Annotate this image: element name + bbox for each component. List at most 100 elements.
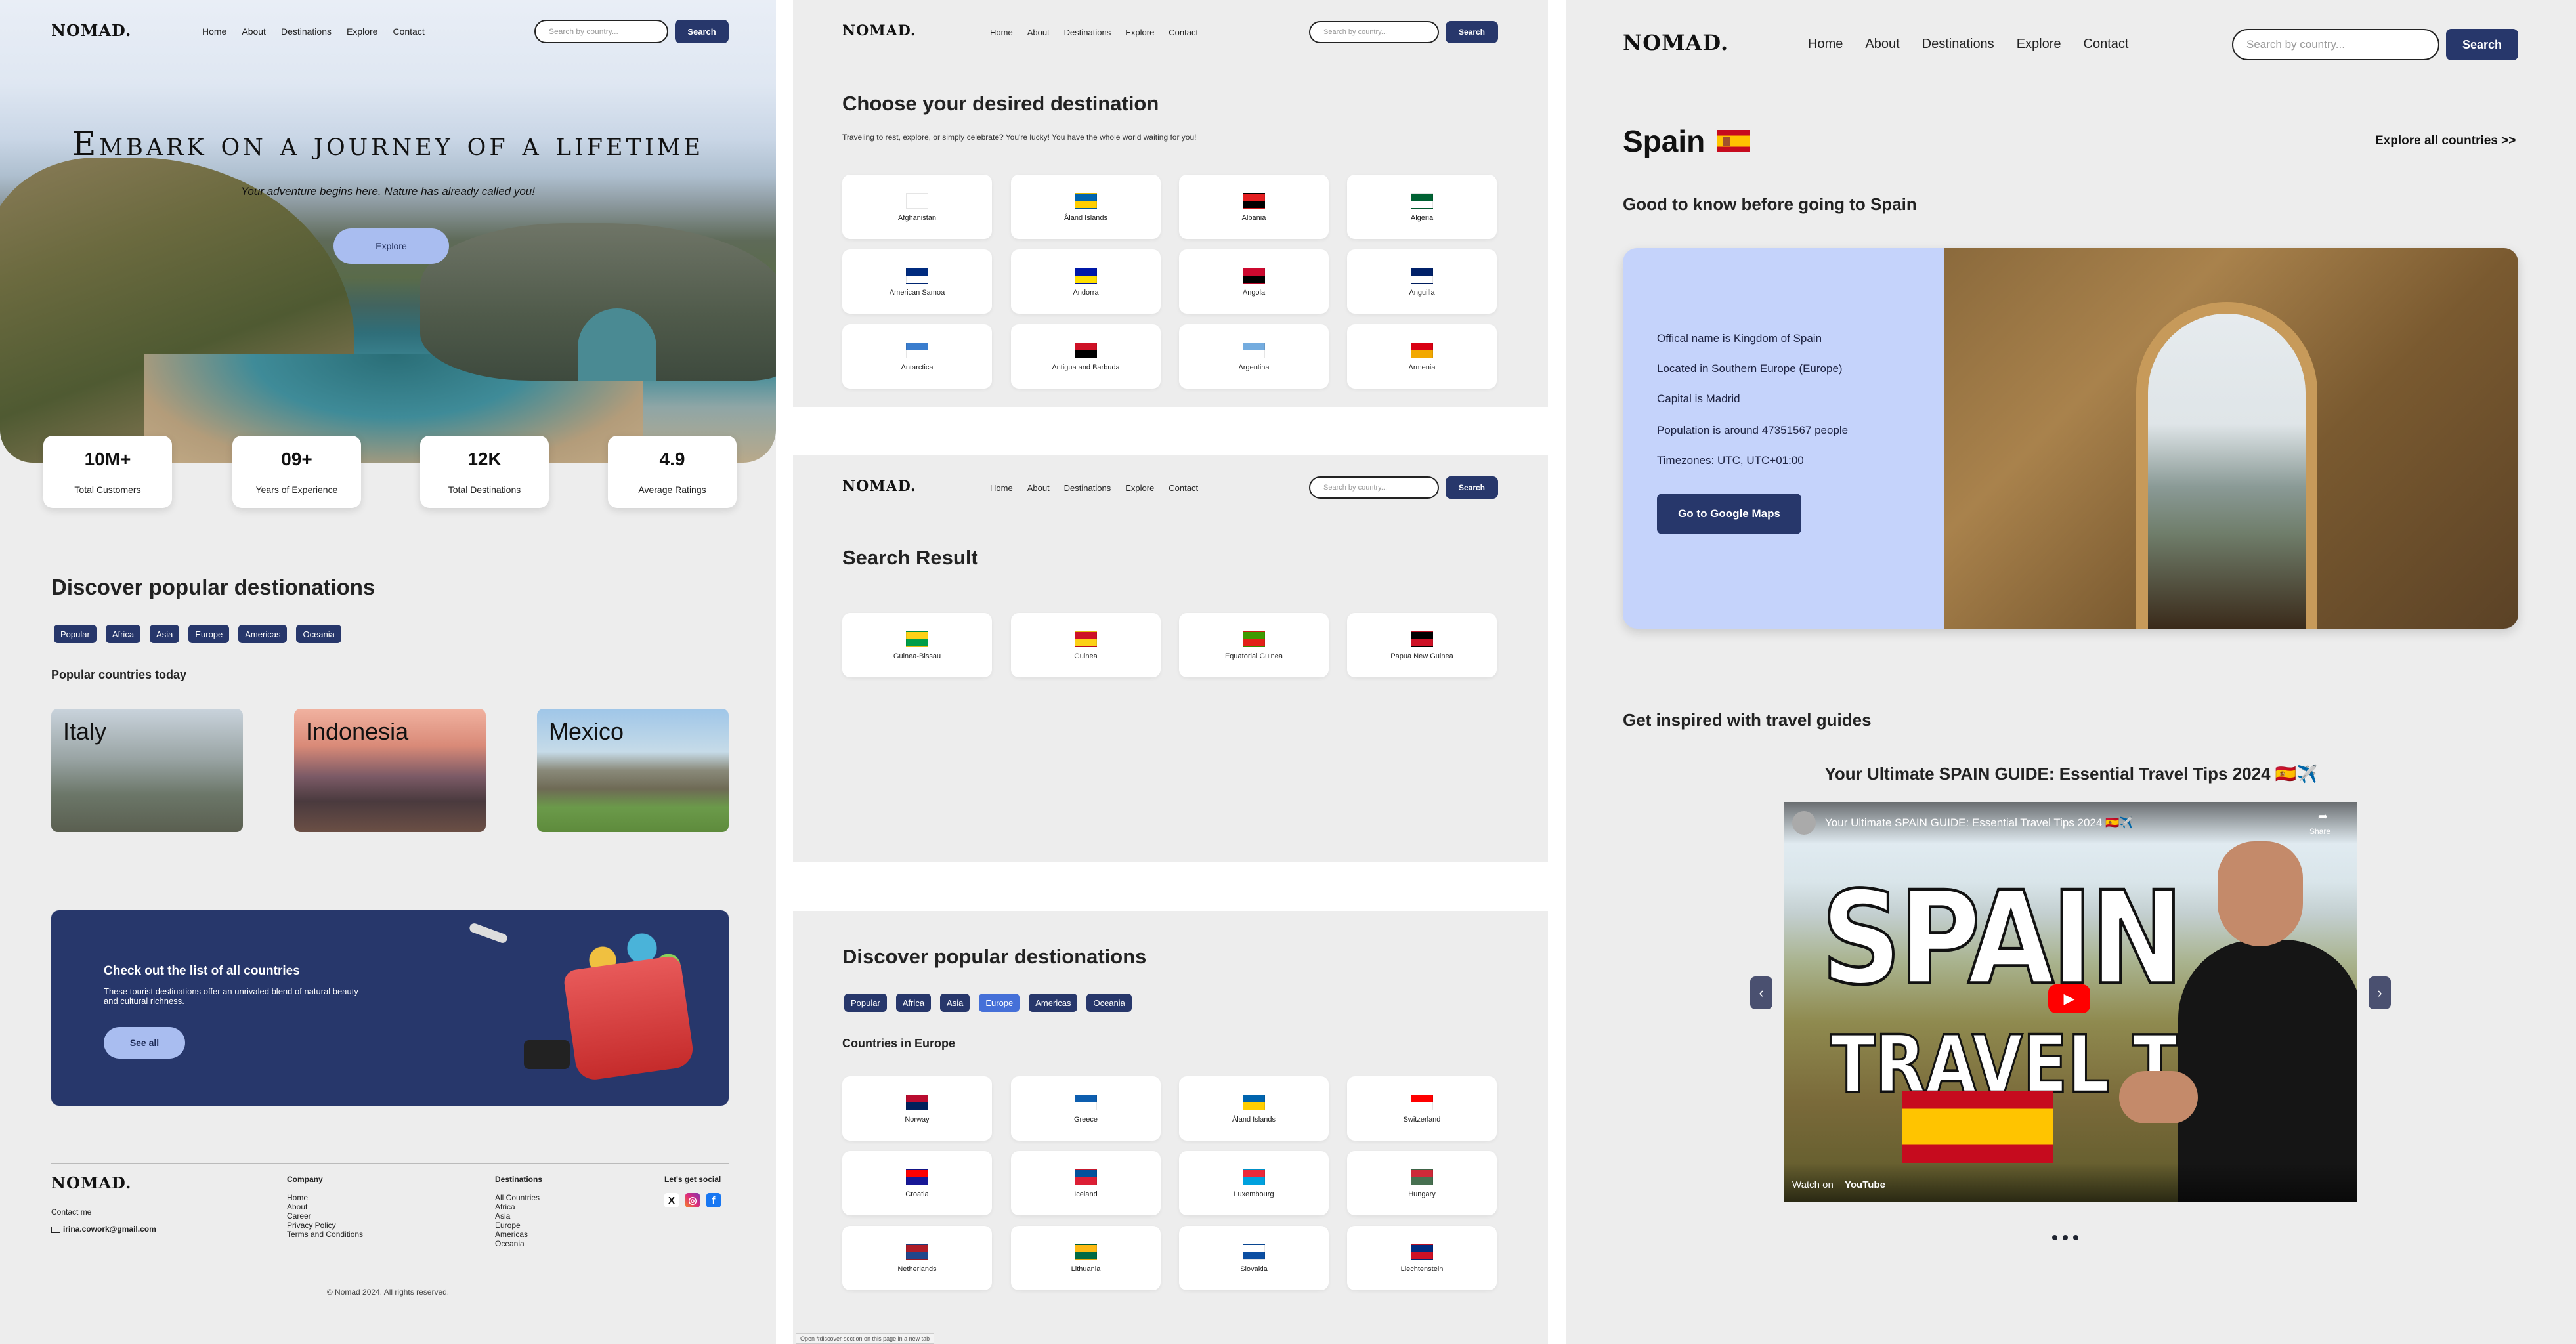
nav-link-about[interactable]: About — [1027, 28, 1050, 37]
youtube-logo[interactable]: YouTube — [1845, 1179, 1885, 1190]
country-card[interactable]: Iceland — [1011, 1151, 1161, 1215]
country-card-indonesia[interactable]: Indonesia — [294, 709, 486, 832]
filter-africa[interactable]: Africa — [105, 625, 141, 643]
logo[interactable]: NOMAD. — [1623, 30, 1728, 55]
country-card[interactable]: Albania — [1179, 175, 1329, 239]
country-card[interactable]: American Samoa — [842, 249, 992, 314]
facebook-icon[interactable]: f — [706, 1193, 721, 1208]
country-card[interactable]: Croatia — [842, 1151, 992, 1215]
search-button[interactable]: Search — [2446, 29, 2518, 60]
footer-link-about[interactable]: About — [287, 1202, 363, 1211]
country-card-mexico[interactable]: Mexico — [537, 709, 729, 832]
country-card[interactable]: Norway — [842, 1076, 992, 1141]
country-card[interactable]: Antarctica — [842, 324, 992, 388]
country-card[interactable]: Åland Islands — [1011, 175, 1161, 239]
filter-europe[interactable]: Europe — [188, 625, 230, 643]
carousel-next-button[interactable]: › — [2369, 976, 2391, 1009]
country-card[interactable]: Argentina — [1179, 324, 1329, 388]
filter-asia[interactable]: Asia — [150, 625, 180, 643]
search-input[interactable]: Search by country... — [2232, 29, 2439, 60]
nav-link-contact[interactable]: Contact — [2084, 37, 2129, 52]
country-card[interactable]: Afghanistan — [842, 175, 992, 239]
country-card[interactable]: Antigua and Barbuda — [1011, 324, 1161, 388]
nav-link-destinations[interactable]: Destinations — [1064, 28, 1111, 37]
footer-link-asia[interactable]: Asia — [495, 1211, 542, 1221]
share-icon[interactable]: ➦ — [2318, 810, 2328, 824]
filter-popular[interactable]: Popular — [54, 625, 97, 643]
channel-avatar[interactable] — [1792, 811, 1816, 835]
footer-link-privacy[interactable]: Privacy Policy — [287, 1221, 363, 1230]
country-card-italy[interactable]: Italy — [51, 709, 243, 832]
country-card[interactable]: Guinea-Bissau — [842, 613, 992, 677]
youtube-video-embed[interactable]: SPAIN TRAVEL TIPS Your Ultimate SPAIN GU… — [1784, 802, 2357, 1202]
country-card[interactable]: Algeria — [1347, 175, 1497, 239]
filter-americas[interactable]: Americas — [238, 625, 288, 643]
footer-link-career[interactable]: Career — [287, 1211, 363, 1221]
nav-link-explore[interactable]: Explore — [1125, 483, 1154, 493]
see-all-button[interactable]: See all — [104, 1027, 185, 1059]
filter-africa[interactable]: Africa — [895, 994, 932, 1012]
country-card[interactable]: Hungary — [1347, 1151, 1497, 1215]
nav-link-explore[interactable]: Explore — [347, 26, 377, 37]
nav-link-destinations[interactable]: Destinations — [1922, 37, 1994, 52]
search-button[interactable]: Search — [1446, 21, 1498, 43]
carousel-dot[interactable] — [2073, 1235, 2078, 1240]
video-embed-title[interactable]: Your Ultimate SPAIN GUIDE: Essential Tra… — [1825, 816, 2133, 830]
nav-link-contact[interactable]: Contact — [1169, 483, 1198, 493]
google-maps-button[interactable]: Go to Google Maps — [1657, 494, 1801, 534]
country-card[interactable]: Slovakia — [1179, 1226, 1329, 1290]
explore-button[interactable]: Explore — [333, 228, 449, 264]
instagram-icon[interactable]: ◎ — [685, 1193, 700, 1208]
nav-link-about[interactable]: About — [1027, 483, 1050, 493]
nav-link-home[interactable]: Home — [990, 483, 1013, 493]
filter-asia[interactable]: Asia — [940, 994, 970, 1012]
filter-popular[interactable]: Popular — [844, 994, 887, 1012]
nav-link-contact[interactable]: Contact — [393, 26, 424, 37]
carousel-dot[interactable] — [2052, 1235, 2057, 1240]
country-card[interactable]: Papua New Guinea — [1347, 613, 1497, 677]
filter-oceania[interactable]: Oceania — [296, 625, 341, 643]
nav-link-explore[interactable]: Explore — [2017, 37, 2061, 52]
filter-americas[interactable]: Americas — [1029, 994, 1078, 1012]
country-card[interactable]: Åland Islands — [1179, 1076, 1329, 1141]
footer-logo[interactable]: NOMAD. — [51, 1173, 131, 1192]
nav-link-home[interactable]: Home — [990, 28, 1013, 37]
logo[interactable]: NOMAD. — [842, 478, 916, 495]
search-input[interactable]: Search by country... — [1309, 476, 1439, 499]
country-card[interactable]: Equatorial Guinea — [1179, 613, 1329, 677]
logo[interactable]: NOMAD. — [51, 21, 131, 40]
nav-link-explore[interactable]: Explore — [1125, 28, 1154, 37]
country-card[interactable]: Armenia — [1347, 324, 1497, 388]
country-card[interactable]: Guinea — [1011, 613, 1161, 677]
country-card[interactable]: Anguilla — [1347, 249, 1497, 314]
carousel-prev-button[interactable]: ‹ — [1750, 976, 1772, 1009]
nav-link-destinations[interactable]: Destinations — [281, 26, 332, 37]
country-card[interactable]: Lithuania — [1011, 1226, 1161, 1290]
logo[interactable]: NOMAD. — [842, 22, 916, 39]
footer-link-americas[interactable]: Americas — [495, 1230, 542, 1239]
nav-link-destinations[interactable]: Destinations — [1064, 483, 1111, 493]
x-icon[interactable]: X — [664, 1193, 679, 1208]
search-input[interactable]: Search by country... — [534, 20, 668, 43]
carousel-dot[interactable] — [2063, 1235, 2068, 1240]
footer-link-all-countries[interactable]: All Countries — [495, 1193, 542, 1202]
footer-link-home[interactable]: Home — [287, 1193, 363, 1202]
share-label[interactable]: Share — [2309, 827, 2330, 836]
nav-link-about[interactable]: About — [242, 26, 266, 37]
country-card[interactable]: Greece — [1011, 1076, 1161, 1141]
search-input[interactable]: Search by country... — [1309, 21, 1439, 43]
country-card[interactable]: Angola — [1179, 249, 1329, 314]
explore-all-countries-link[interactable]: Explore all countries >> — [2375, 134, 2516, 148]
contact-email[interactable]: irina.cowork@gmail.com — [51, 1225, 156, 1234]
filter-oceania[interactable]: Oceania — [1086, 994, 1132, 1012]
country-card[interactable]: Luxembourg — [1179, 1151, 1329, 1215]
nav-link-about[interactable]: About — [1865, 37, 1899, 52]
country-card[interactable]: Switzerland — [1347, 1076, 1497, 1141]
play-icon[interactable]: ▶ — [2048, 984, 2090, 1013]
footer-link-europe[interactable]: Europe — [495, 1221, 542, 1230]
footer-link-terms[interactable]: Terms and Conditions — [287, 1230, 363, 1239]
country-card[interactable]: Liechtenstein — [1347, 1226, 1497, 1290]
nav-link-home[interactable]: Home — [1808, 37, 1843, 52]
filter-europe[interactable]: Europe — [979, 994, 1020, 1012]
nav-link-home[interactable]: Home — [202, 26, 226, 37]
